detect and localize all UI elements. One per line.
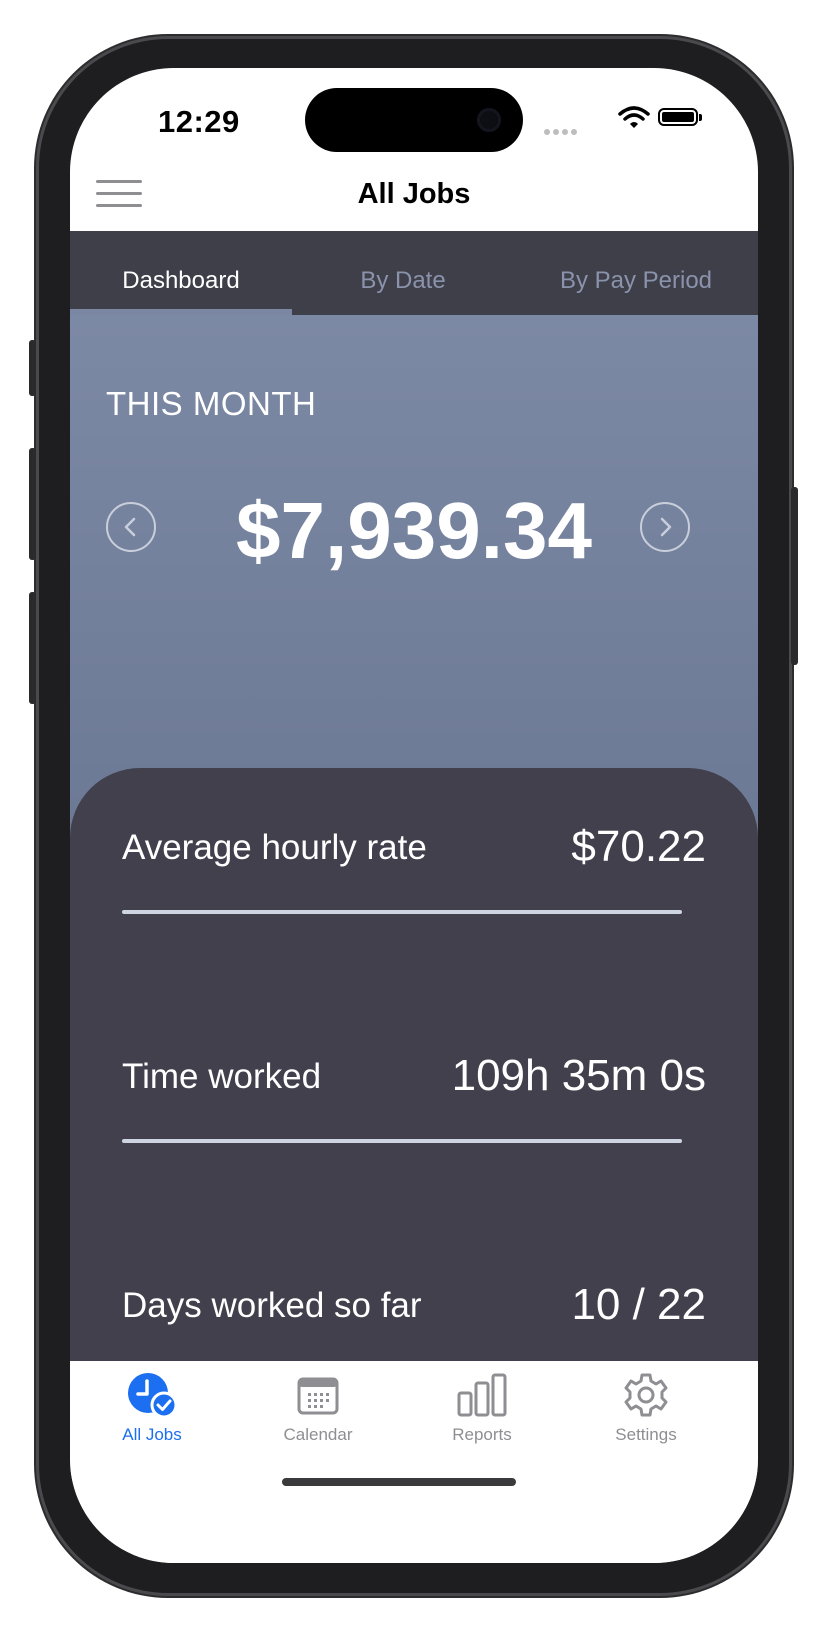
avg-rate-value: $70.22 (571, 822, 706, 871)
tab-label: Reports (452, 1425, 512, 1444)
chevron-right-icon (660, 517, 672, 537)
power-button (791, 487, 798, 665)
volume-down-button (29, 592, 36, 704)
tab-label: Calendar (283, 1425, 353, 1444)
avg-rate-label: Average hourly rate (122, 828, 427, 867)
tab-label: All Jobs (122, 1425, 182, 1444)
volume-up-button (29, 448, 36, 560)
divider (122, 910, 682, 914)
calendar-icon (297, 1377, 339, 1415)
tab-settings[interactable]: Settings (586, 1371, 706, 1445)
camera-icon (477, 108, 501, 132)
time-worked-label: Time worked (122, 1057, 322, 1096)
battery-icon (658, 108, 702, 126)
tab-all-jobs[interactable]: All Jobs (92, 1371, 212, 1445)
app-screen: 12:29 All Jobs Dashboard By Date By Pay … (70, 68, 758, 1563)
status-time: 12:29 (158, 104, 240, 139)
divider (122, 1139, 682, 1143)
tab-by-pay-period[interactable]: By Pay Period (514, 231, 758, 315)
tab-calendar[interactable]: Calendar (258, 1371, 378, 1445)
bottom-tab-bar: All Jobs Calendar Reports Settings (70, 1361, 758, 1563)
tab-by-date[interactable]: By Date (292, 231, 514, 315)
bar-chart-icon (457, 1373, 507, 1417)
wifi-icon (618, 106, 650, 128)
time-worked-value: 109h 35m 0s (451, 1051, 706, 1100)
tab-label: Settings (615, 1425, 677, 1444)
gear-icon (624, 1373, 668, 1417)
clock-check-icon (128, 1373, 177, 1419)
action-button (29, 340, 36, 396)
view-tabs: Dashboard By Date By Pay Period (70, 231, 758, 315)
dynamic-island (305, 88, 523, 152)
days-worked-value: 10 / 22 (571, 1280, 706, 1329)
period-label: THIS MONTH (106, 385, 317, 422)
tab-reports[interactable]: Reports (422, 1371, 542, 1445)
next-period-button[interactable] (640, 502, 690, 552)
home-indicator[interactable] (282, 1478, 516, 1486)
tab-dashboard[interactable]: Dashboard (70, 231, 292, 315)
page-title: All Jobs (357, 178, 471, 210)
days-worked-label: Days worked so far (122, 1286, 422, 1325)
signal-icon (544, 122, 580, 140)
